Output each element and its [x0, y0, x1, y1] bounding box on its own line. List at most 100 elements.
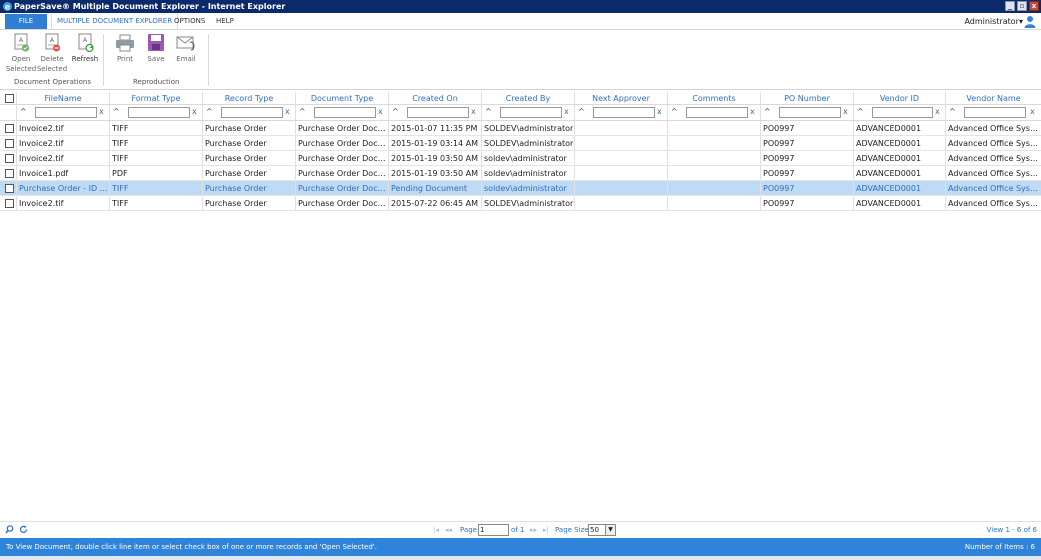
filter-clear-icon[interactable]: x: [99, 107, 104, 116]
table-row[interactable]: Invoice2.tif TIFF Purchase Order Purchase O…: [0, 136, 1041, 151]
save-button[interactable]: Save: [142, 33, 170, 64]
filter-clear-icon[interactable]: x: [564, 107, 569, 116]
restore-button[interactable]: ▫: [1017, 1, 1027, 11]
menu-file[interactable]: FILE: [5, 14, 47, 29]
row-checkbox[interactable]: [5, 139, 14, 148]
column-header-filename[interactable]: FileName: [17, 92, 110, 104]
filter-caret-icon[interactable]: ^: [206, 107, 213, 116]
row-checkbox[interactable]: [5, 154, 14, 163]
row-checkbox[interactable]: [5, 124, 14, 133]
filter-input-record-type[interactable]: [221, 107, 283, 118]
filter-clear-icon[interactable]: x: [285, 107, 290, 116]
filter-input-po-number[interactable]: [779, 107, 841, 118]
filter-clear-icon[interactable]: x: [1030, 107, 1035, 116]
cell-document-type: Purchase Order Document: [296, 151, 389, 165]
table-row[interactable]: Invoice2.tif TIFF Purchase Order Purchase O…: [0, 151, 1041, 166]
cell-comments: [668, 181, 761, 195]
filter-caret-icon[interactable]: ^: [671, 107, 678, 116]
search-icon[interactable]: [5, 525, 14, 534]
cell-comments: [668, 196, 761, 210]
close-button[interactable]: x: [1029, 1, 1039, 11]
filter-input-next-approver[interactable]: [593, 107, 655, 118]
row-checkbox[interactable]: [5, 169, 14, 178]
column-header-comments[interactable]: Comments: [668, 92, 761, 104]
filter-clear-icon[interactable]: x: [935, 107, 940, 116]
first-page-button[interactable]: |◂: [433, 524, 439, 536]
column-header-po-number[interactable]: PO Number: [761, 92, 854, 104]
filter-caret-icon[interactable]: ^: [578, 107, 585, 116]
minimize-button[interactable]: _: [1005, 1, 1015, 11]
refresh-button[interactable]: A Refresh: [69, 33, 101, 64]
page-size-value: 50: [590, 526, 599, 534]
user-avatar-icon[interactable]: [1024, 15, 1036, 28]
filter-input-created-by[interactable]: [500, 107, 562, 118]
user-menu[interactable]: Administrator▾: [964, 15, 1023, 29]
column-header-created-on[interactable]: Created On: [389, 92, 482, 104]
table-row[interactable]: Invoice2.tif TIFF Purchase Order Purchase O…: [0, 121, 1041, 136]
filter-caret-icon[interactable]: ^: [392, 107, 399, 116]
filter-caret-icon[interactable]: ^: [949, 107, 956, 116]
filter-clear-icon[interactable]: x: [192, 107, 197, 116]
page-number-input[interactable]: 1: [478, 524, 509, 536]
row-checkbox[interactable]: [5, 199, 14, 208]
cell-format-type: TIFF: [110, 121, 203, 135]
filter-clear-icon[interactable]: x: [843, 107, 848, 116]
filter-clear-icon[interactable]: x: [750, 107, 755, 116]
column-header-document-type[interactable]: Document Type: [296, 92, 389, 104]
filter-caret-icon[interactable]: ^: [299, 107, 306, 116]
filter-caret-icon[interactable]: ^: [485, 107, 492, 116]
status-message: To View Document, double click line item…: [6, 543, 377, 551]
filter-caret-icon[interactable]: ^: [764, 107, 771, 116]
filter-clear-icon[interactable]: x: [378, 107, 383, 116]
select-all-checkbox[interactable]: [5, 94, 14, 103]
save-label: Save: [147, 55, 165, 63]
column-header-created-by[interactable]: Created By: [482, 92, 575, 104]
menu-help[interactable]: HELP: [216, 14, 234, 29]
cell-next-approver: [575, 196, 668, 210]
open-selected-button[interactable]: A Open Selected: [5, 33, 37, 74]
table-row[interactable]: Invoice2.tif TIFF Purchase Order Purchase O…: [0, 196, 1041, 211]
menu-multiple-document-explorer[interactable]: MULTIPLE DOCUMENT EXPLORER: [51, 14, 179, 29]
filter-input-comments[interactable]: [686, 107, 748, 118]
row-checkbox[interactable]: [5, 184, 14, 193]
filter-input-vendor-id[interactable]: [872, 107, 933, 118]
page-size-select[interactable]: 50 ▼: [588, 524, 616, 536]
cell-filename: Invoice2.tif: [17, 196, 110, 210]
last-page-button[interactable]: ▸|: [543, 524, 549, 536]
menu-options[interactable]: OPTIONS: [174, 14, 205, 29]
cell-po-number: PO0997: [761, 121, 854, 135]
column-header-vendor-id[interactable]: Vendor ID: [854, 92, 946, 104]
filter-caret-icon[interactable]: ^: [857, 107, 864, 116]
cell-document-type: Purchase Order Document: [296, 136, 389, 150]
page-size-label: Page Size: [555, 526, 589, 534]
filter-caret-icon[interactable]: ^: [113, 107, 120, 116]
table-row[interactable]: Invoice1.pdf PDF Purchase Order Purchase Or…: [0, 166, 1041, 181]
email-button[interactable]: Email: [172, 33, 200, 64]
column-header-format-type[interactable]: Format Type: [110, 92, 203, 104]
email-icon: [176, 36, 195, 51]
save-icon: [148, 34, 164, 51]
filter-input-format-type[interactable]: [128, 107, 190, 118]
cell-filename: Invoice2.tif: [17, 151, 110, 165]
next-page-button[interactable]: ▸▸: [530, 524, 537, 536]
grid-header-row: FileName Format Type Record Type Documen…: [0, 92, 1041, 105]
filter-input-filename[interactable]: [35, 107, 97, 118]
filter-clear-icon[interactable]: x: [657, 107, 662, 116]
filter-input-created-on[interactable]: [407, 107, 469, 118]
delete-selected-button[interactable]: A Delete Selected: [36, 33, 68, 74]
table-row[interactable]: Purchase Order - ID - -... TIFF Purchase O…: [0, 181, 1041, 196]
refresh-icon: A: [78, 33, 94, 53]
print-button[interactable]: Print: [111, 33, 139, 64]
cell-comments: [668, 136, 761, 150]
column-header-record-type[interactable]: Record Type: [203, 92, 296, 104]
filter-input-document-type[interactable]: [314, 107, 376, 118]
filter-caret-icon[interactable]: ^: [20, 107, 27, 116]
previous-page-button[interactable]: ◂◂: [445, 524, 452, 536]
column-header-next-approver[interactable]: Next Approver: [575, 92, 668, 104]
filter-clear-icon[interactable]: x: [471, 107, 476, 116]
filter-input-vendor-name[interactable]: [964, 107, 1026, 118]
refresh-icon[interactable]: [19, 525, 28, 534]
cell-po-number: PO0997: [761, 166, 854, 180]
column-header-vendor-name[interactable]: Vendor Name: [946, 92, 1041, 104]
cell-vendor-id: ADVANCED0001: [854, 136, 946, 150]
